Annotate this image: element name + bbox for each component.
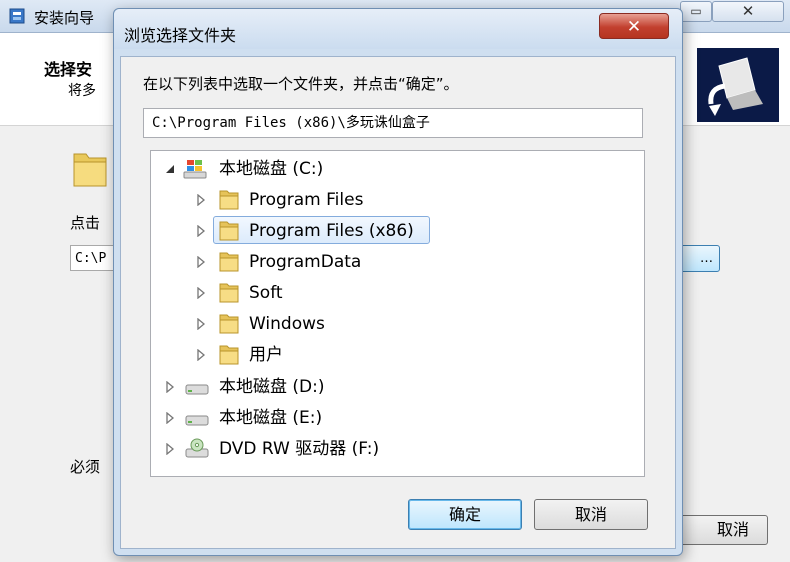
ok-button[interactable]: 确定 [408,499,522,530]
tree-item-label: Program Files (x86) [249,221,414,241]
tree-item-label: 本地磁盘 (D:) [219,377,325,397]
expanded-arrow-icon[interactable] [165,163,175,175]
dialog-title: 浏览选择文件夹 [124,26,237,45]
installer-required-label: 必须 [70,458,101,476]
folder-icon [219,345,239,365]
cancel-button[interactable]: 取消 [534,499,648,530]
folder-icon [219,252,239,272]
folder-icon [219,283,239,303]
installer-close-button[interactable]: ✕ [712,1,784,22]
installer-title: 安装向导 [34,9,95,27]
restore-button[interactable]: ▭ [680,1,712,22]
installer-cancel-button[interactable]: 取消 [672,515,768,545]
tree-item-label: ProgramData [249,252,362,272]
drive-icon [185,415,209,426]
collapsed-arrow-icon[interactable] [196,225,206,237]
dialog-instruction: 在以下列表中选取一个文件夹，并点击“确定”。 [143,75,459,93]
folder-icon [219,190,239,210]
installer-click-label: 点击 [70,214,101,232]
folder-icon [219,314,239,334]
tree-item-label: DVD RW 驱动器 (F:) [219,439,380,459]
collapsed-arrow-icon[interactable] [165,381,175,393]
folder-icon [219,221,239,241]
installer-logo-icon [697,48,779,122]
collapsed-arrow-icon[interactable] [196,318,206,330]
dvd-drive-icon [185,438,209,458]
collapsed-arrow-icon[interactable] [196,287,206,299]
installer-app-icon [9,8,25,24]
tree-item-label: Program Files [249,190,364,210]
selected-path-field[interactable]: C:\Program Files (x86)\多玩诛仙盒子 [143,108,643,138]
tree-item-label: 本地磁盘 (E:) [219,408,323,428]
tree-item-label: Windows [249,314,325,334]
installer-subheading: 将多 [68,83,96,99]
folder-tree[interactable]: 本地磁盘 (C:) Program Files Program Files (x… [150,150,645,477]
collapsed-arrow-icon[interactable] [196,256,206,268]
tree-item-label: 本地磁盘 (C:) [219,159,324,179]
installer-folder-icon [73,153,107,187]
collapsed-arrow-icon[interactable] [196,194,206,206]
collapsed-arrow-icon[interactable] [165,412,175,424]
installer-heading: 选择安 [44,60,93,79]
drive-icon [185,384,209,395]
collapsed-arrow-icon[interactable] [196,349,206,361]
tree-item-label: 用户 [249,345,283,365]
collapsed-arrow-icon[interactable] [165,443,175,455]
dialog-close-button[interactable]: ✕ [599,13,669,39]
tree-item-label: Soft [249,283,283,303]
windows-drive-icon [183,160,207,179]
